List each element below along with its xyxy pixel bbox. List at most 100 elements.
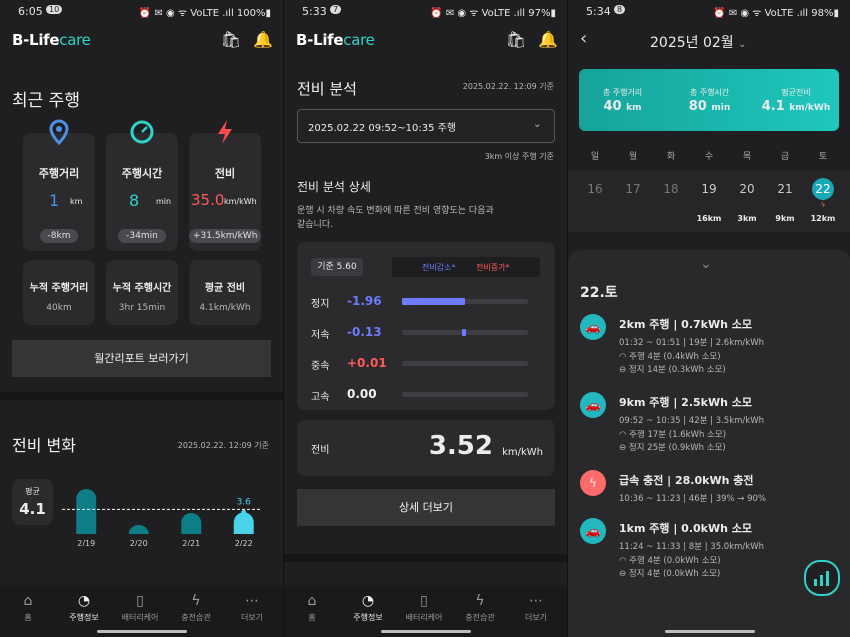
notification-badge: 7 [330, 5, 342, 14]
event-detail-stop: ⊖ 정지 4분 (0.0kWh 소모) [619, 569, 721, 579]
stat-card-efficiency: 전비 35.0 km/kWh +31.5km/kWh [189, 120, 262, 251]
timeline-event[interactable]: 🚗 2km 주행 | 0.7kWh 소모 01:32 ~ 01:51 | 19분… [568, 312, 850, 384]
gauge-icon: ◠ [619, 352, 627, 362]
day-title: 22.토 [580, 285, 618, 301]
row-value: 0.00 [347, 387, 377, 401]
bell-icon[interactable]: 🔔 [538, 30, 558, 49]
chart-data-label: 3.6 [237, 497, 252, 507]
nav-driving-info[interactable]: ◔ 주행정보 [340, 593, 396, 623]
sheet-handle-chevron-icon[interactable]: ⌄ [700, 256, 712, 272]
weekday-label: 수 [704, 152, 714, 162]
status-icons: ⏰ ✉ ◉ ᯤ VoLTE .ıll 98%▮ [713, 8, 839, 19]
event-detail-stop: ⊖ 정지 25분 (0.9kWh 소모) [619, 443, 726, 453]
month-selector[interactable]: 2025년 02월 ⌄ [650, 32, 747, 52]
gauge-icon: ◔ [361, 593, 375, 609]
calendar-day[interactable]: 16 [576, 176, 614, 228]
car-icon: 🚗 [580, 392, 606, 418]
calendar-day[interactable]: 19 16km [690, 176, 728, 228]
timeline-event[interactable]: 🚗 9km 주행 | 2.5kWh 소모 09:52 ~ 10:35 | 42분… [568, 390, 850, 462]
analysis-row: 고속 0.00 [297, 385, 555, 405]
row-value: -1.96 [347, 294, 382, 308]
status-time: 5:34 [586, 5, 611, 18]
day-distance: 16km [696, 214, 722, 223]
status-time: 6:05 [18, 5, 43, 18]
total-label: 평균 전비 [204, 283, 246, 294]
minus-circle-icon: ⊖ [619, 443, 627, 453]
nav-charging-habits[interactable]: ϟ 충전습관 [168, 593, 224, 623]
charging-icon: ϟ [580, 470, 606, 496]
panel-monthly-calendar: 5:34 8 ⏰ ✉ ◉ ᯤ VoLTE .ıll 98%▮ ‹ 2025년 0… [567, 0, 850, 637]
location-pin-icon [49, 119, 69, 145]
row-bar-fill [402, 298, 465, 305]
row-bar-fill [462, 329, 466, 336]
total-value: 4.1km/kWh [199, 303, 251, 313]
row-label: 정지 [311, 299, 330, 310]
stat-card-time: 주행시간 8 min -34min [106, 120, 178, 251]
more-details-button[interactable]: 상세 더보기 [297, 489, 555, 526]
efficiency-card: 전비 3.52 km/kWh [297, 420, 555, 476]
back-arrow-icon[interactable]: ‹ [580, 28, 587, 49]
weekday-label: 목 [742, 152, 752, 162]
nav-more[interactable]: ⋯ 더보기 [508, 593, 564, 623]
nav-home[interactable]: ⌂ 홈 [284, 593, 340, 623]
summary-value: 80 min [688, 99, 731, 114]
charge-icon: ϟ [191, 593, 201, 609]
status-icons: ⏰ ✉ ◉ ᯤ VoLTE .ıll 100%▮ [138, 8, 271, 19]
monthly-report-button[interactable]: 월간리포트 보러가기 [12, 340, 271, 377]
stat-diff-chip: -8km [39, 229, 79, 243]
gauge-icon: ◠ [619, 556, 627, 566]
chevron-down-icon: ⌄ [532, 117, 542, 130]
gauge-icon: ◔ [77, 593, 91, 609]
battery-icon: ▯ [136, 593, 144, 609]
chart-bar [128, 525, 149, 534]
nav-more[interactable]: ⋯ 더보기 [224, 593, 280, 623]
cart-icon[interactable]: 🛍 [506, 30, 526, 49]
efficiency-chart: 2/19 2/20 2/21 2/22 3.6 [62, 489, 262, 546]
calendar-day[interactable]: 21 9km [766, 176, 804, 228]
gauge-icon: ◠ [619, 430, 627, 440]
notification-badge: 10 [46, 5, 63, 14]
nav-driving-info[interactable]: ◔ 주행정보 [56, 593, 112, 623]
weekday-label: 일 [590, 152, 600, 162]
average-value: 4.1 [19, 500, 46, 518]
chart-tick-label: 2/20 [130, 539, 148, 546]
analysis-row: 저속 -0.13 [297, 323, 555, 343]
chart-date: 2025.02.22. 12:09 기준 [177, 441, 269, 450]
row-value: +0.01 [347, 356, 387, 370]
minus-circle-icon: ⊖ [619, 569, 627, 579]
stat-diff-chip: -34min [118, 229, 166, 243]
weekday-label: 토 [818, 152, 828, 162]
stat-value: 35.0 [191, 191, 225, 209]
trip-select[interactable]: 2025.02.22 09:52~10:35 주행 ⌄ [297, 109, 555, 143]
chart-tick-label: 2/22 [235, 539, 253, 546]
legend-increase: 전비증가* [476, 263, 510, 272]
event-detail-drive: ◠ 주행 4분 (0.0kWh 소모) [619, 556, 721, 566]
event-detail-stop: ⊖ 정지 14분 (0.3kWh 소모) [619, 365, 726, 375]
calendar-day[interactable]: 22 ϟ 12km [804, 176, 842, 228]
bell-icon[interactable]: 🔔 [253, 30, 273, 49]
trip-select-value: 2025.02.22 09:52~10:35 주행 [308, 123, 457, 134]
more-icon: ⋯ [529, 593, 543, 609]
nav-battery-care[interactable]: ▯ 배터리케어 [396, 593, 452, 623]
car-icon: 🚗 [580, 518, 606, 544]
total-card-time: 누적 주행시간 3hr 15min [106, 260, 178, 325]
stats-fab[interactable] [804, 560, 840, 596]
efficiency-unit: km/kWh [502, 447, 543, 458]
chevron-down-icon: ⌄ [738, 39, 747, 50]
nav-home[interactable]: ⌂ 홈 [0, 593, 56, 623]
summary-label: 총 주행거리 [602, 88, 643, 97]
calendar-day[interactable]: 20 3km [728, 176, 766, 228]
stat-label: 전비 [214, 167, 236, 180]
row-label: 중속 [311, 361, 330, 372]
bottom-nav: ⌂ 홈 ◔ 주행정보 ▯ 배터리케어 ϟ 충전습관 ⋯ 더보기 [284, 585, 568, 637]
efficiency-value: 3.52 [428, 431, 493, 461]
bottom-nav: ⌂ 홈 ◔ 주행정보 ▯ 배터리케어 ϟ 충전습관 ⋯ 더보기 [0, 585, 283, 637]
nav-battery-care[interactable]: ▯ 배터리케어 [112, 593, 168, 623]
nav-charging-habits[interactable]: ϟ 충전습관 [452, 593, 508, 623]
cart-icon[interactable]: 🛍 [221, 30, 241, 49]
battery-icon: ▯ [420, 593, 428, 609]
calendar-day[interactable]: 18 [652, 176, 690, 228]
calendar-day[interactable]: 17 [614, 176, 652, 228]
minus-circle-icon: ⊖ [619, 365, 627, 375]
panel-recent-driving: 6:05 10 ⏰ ✉ ◉ ᯤ VoLTE .ıll 100%▮ B-Lifec… [0, 0, 283, 637]
